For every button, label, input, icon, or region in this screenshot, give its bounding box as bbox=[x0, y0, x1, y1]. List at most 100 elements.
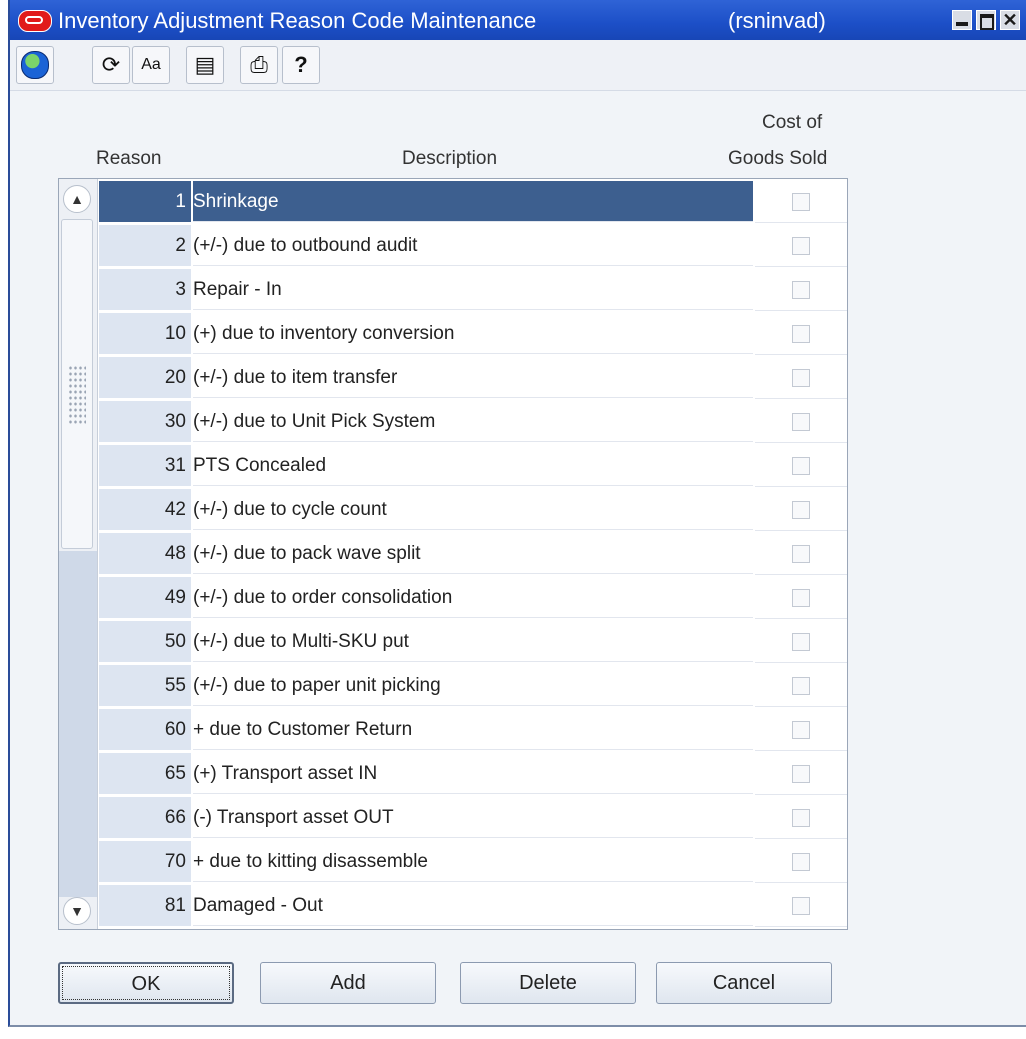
add-button[interactable]: Add bbox=[260, 962, 436, 1004]
table-row[interactable]: 42 (+/-) due to cycle count bbox=[99, 488, 889, 532]
reason-code-cell[interactable]: 81 bbox=[99, 885, 191, 926]
window-title: Inventory Adjustment Reason Code Mainten… bbox=[58, 8, 537, 33]
reason-code-cell[interactable]: 55 bbox=[99, 665, 191, 706]
cogs-checkbox[interactable] bbox=[792, 457, 810, 475]
table-row[interactable]: 2 (+/-) due to outbound audit bbox=[99, 224, 889, 268]
print-button[interactable]: ⎙ bbox=[240, 46, 278, 84]
table-row[interactable]: 60 + due to Customer Return bbox=[99, 708, 889, 752]
globe-icon-button[interactable] bbox=[16, 46, 54, 84]
help-icon: ? bbox=[294, 52, 308, 77]
ok-button[interactable]: OK bbox=[58, 962, 234, 1004]
description-cell[interactable]: + due to kitting disassemble bbox=[193, 841, 753, 882]
cogs-checkbox[interactable] bbox=[792, 325, 810, 343]
cogs-checkbox[interactable] bbox=[792, 501, 810, 519]
cancel-button[interactable]: Cancel bbox=[656, 962, 832, 1004]
description-cell[interactable]: PTS Concealed bbox=[193, 445, 753, 486]
table-row[interactable]: 20 (+/-) due to item transfer bbox=[99, 356, 889, 400]
description-cell[interactable]: Shrinkage bbox=[193, 181, 753, 222]
cogs-cell bbox=[755, 709, 847, 751]
reason-code-cell[interactable]: 3 bbox=[99, 269, 191, 310]
reason-code-cell[interactable]: 60 bbox=[99, 709, 191, 750]
vertical-scrollbar[interactable]: ▲ ▼ bbox=[59, 179, 98, 929]
globe-icon bbox=[21, 51, 49, 79]
description-cell[interactable]: (+/-) due to item transfer bbox=[193, 357, 753, 398]
table-row[interactable]: 65 (+) Transport asset IN bbox=[99, 752, 889, 796]
cogs-checkbox[interactable] bbox=[792, 193, 810, 211]
reason-code-cell[interactable]: 66 bbox=[99, 797, 191, 838]
cogs-checkbox[interactable] bbox=[792, 281, 810, 299]
table-row[interactable]: 55 (+/-) due to paper unit picking bbox=[99, 664, 889, 708]
reason-code-cell[interactable]: 30 bbox=[99, 401, 191, 442]
description-cell[interactable]: (+/-) due to pack wave split bbox=[193, 533, 753, 574]
maximize-button[interactable] bbox=[976, 10, 996, 30]
cogs-cell bbox=[755, 313, 847, 355]
table-row[interactable]: 31 PTS Concealed bbox=[99, 444, 889, 488]
cogs-checkbox[interactable] bbox=[792, 897, 810, 915]
font-size-button[interactable]: Aa bbox=[132, 46, 170, 84]
cogs-checkbox[interactable] bbox=[792, 853, 810, 871]
title-bar[interactable]: Inventory Adjustment Reason Code Mainten… bbox=[10, 0, 1026, 40]
description-cell[interactable]: (+/-) due to outbound audit bbox=[193, 225, 753, 266]
scroll-up-button[interactable]: ▲ bbox=[63, 185, 91, 213]
description-cell[interactable]: (+/-) due to cycle count bbox=[193, 489, 753, 530]
cogs-cell bbox=[755, 489, 847, 531]
scroll-thumb[interactable] bbox=[61, 219, 93, 549]
table-row[interactable]: 70 + due to kitting disassemble bbox=[99, 840, 889, 884]
close-window-button[interactable]: ✕ bbox=[1000, 10, 1020, 30]
minimize-button[interactable] bbox=[952, 10, 972, 30]
description-cell[interactable]: (+/-) due to Unit Pick System bbox=[193, 401, 753, 442]
cogs-checkbox[interactable] bbox=[792, 809, 810, 827]
reason-code-cell[interactable]: 49 bbox=[99, 577, 191, 618]
cogs-cell bbox=[755, 181, 847, 223]
cogs-checkbox[interactable] bbox=[792, 765, 810, 783]
description-cell[interactable]: (+/-) due to Multi-SKU put bbox=[193, 621, 753, 662]
cogs-checkbox[interactable] bbox=[792, 721, 810, 739]
table-row[interactable]: 48 (+/-) due to pack wave split bbox=[99, 532, 889, 576]
cogs-checkbox[interactable] bbox=[792, 413, 810, 431]
table-row[interactable]: 81 Damaged - Out bbox=[99, 884, 889, 928]
cogs-checkbox[interactable] bbox=[792, 369, 810, 387]
description-cell[interactable]: Repair - In bbox=[193, 269, 753, 310]
document-button[interactable]: ▤ bbox=[186, 46, 224, 84]
cogs-cell bbox=[755, 621, 847, 663]
print-icon: ⎙ bbox=[250, 52, 268, 77]
reason-code-cell[interactable]: 31 bbox=[99, 445, 191, 486]
cogs-cell bbox=[755, 225, 847, 267]
scroll-down-button[interactable]: ▼ bbox=[63, 897, 91, 925]
reason-code-cell[interactable]: 42 bbox=[99, 489, 191, 530]
refresh-button[interactable]: ⟳ bbox=[92, 46, 130, 84]
description-cell[interactable]: (+/-) due to paper unit picking bbox=[193, 665, 753, 706]
cogs-checkbox[interactable] bbox=[792, 545, 810, 563]
column-header-cogs-line2: Goods Sold bbox=[728, 148, 828, 169]
reason-code-cell[interactable]: 10 bbox=[99, 313, 191, 354]
description-cell[interactable]: (+) due to inventory conversion bbox=[193, 313, 753, 354]
table-row[interactable]: 50 (+/-) due to Multi-SKU put bbox=[99, 620, 889, 664]
table-row[interactable]: 49 (+/-) due to order consolidation bbox=[99, 576, 889, 620]
reason-code-cell[interactable]: 50 bbox=[99, 621, 191, 662]
cogs-cell bbox=[755, 533, 847, 575]
table-row[interactable]: 66 (-) Transport asset OUT bbox=[99, 796, 889, 840]
description-cell[interactable]: (+) Transport asset IN bbox=[193, 753, 753, 794]
app-window: Inventory Adjustment Reason Code Mainten… bbox=[8, 0, 1026, 1027]
reason-code-cell[interactable]: 1 bbox=[99, 181, 191, 222]
reason-code-cell[interactable]: 2 bbox=[99, 225, 191, 266]
table-row[interactable]: 10 (+) due to inventory conversion bbox=[99, 312, 889, 356]
description-cell[interactable]: Damaged - Out bbox=[193, 885, 753, 926]
table-row[interactable]: 30 (+/-) due to Unit Pick System bbox=[99, 400, 889, 444]
cogs-checkbox[interactable] bbox=[792, 589, 810, 607]
table-row[interactable]: 3 Repair - In bbox=[99, 268, 889, 312]
description-cell[interactable]: (+/-) due to order consolidation bbox=[193, 577, 753, 618]
cogs-checkbox[interactable] bbox=[792, 633, 810, 651]
cogs-checkbox[interactable] bbox=[792, 237, 810, 255]
description-cell[interactable]: + due to Customer Return bbox=[193, 709, 753, 750]
reason-code-cell[interactable]: 48 bbox=[99, 533, 191, 574]
scroll-track[interactable] bbox=[59, 551, 97, 897]
reason-code-cell[interactable]: 65 bbox=[99, 753, 191, 794]
description-cell[interactable]: (-) Transport asset OUT bbox=[193, 797, 753, 838]
table-row[interactable]: 1 Shrinkage bbox=[99, 180, 889, 224]
help-button[interactable]: ? bbox=[282, 46, 320, 84]
cogs-checkbox[interactable] bbox=[792, 677, 810, 695]
reason-code-cell[interactable]: 20 bbox=[99, 357, 191, 398]
reason-code-cell[interactable]: 70 bbox=[99, 841, 191, 882]
delete-button[interactable]: Delete bbox=[460, 962, 636, 1004]
